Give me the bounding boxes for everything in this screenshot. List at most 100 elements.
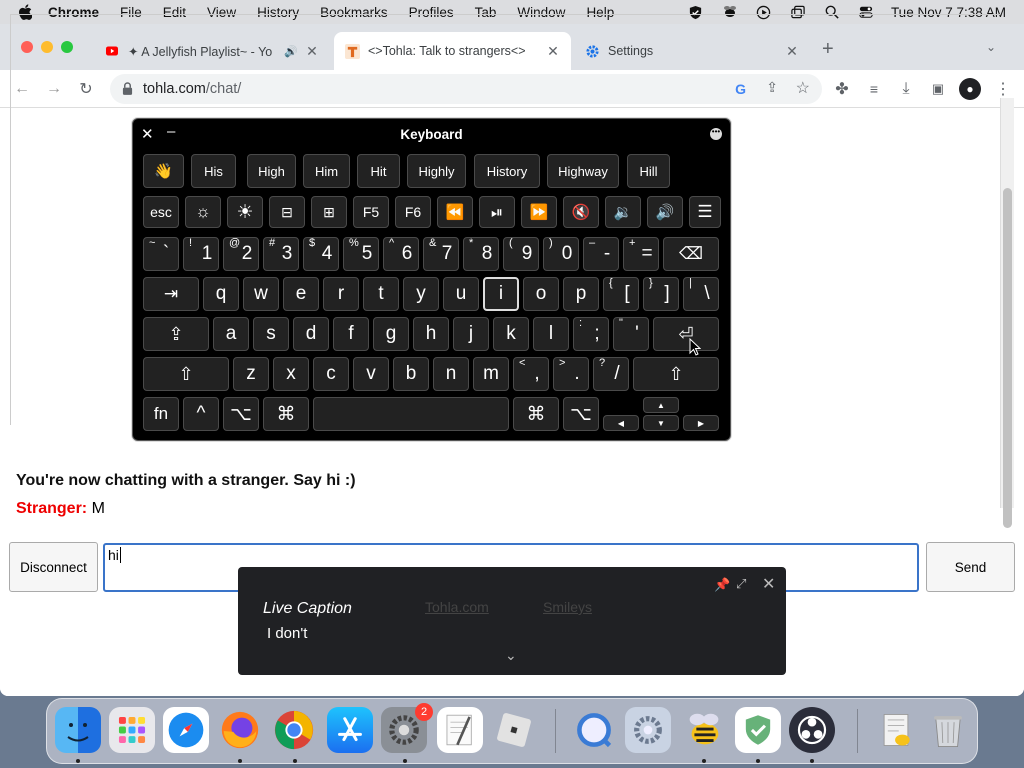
key-minus[interactable]: – - [583, 237, 619, 271]
right-shift-icon[interactable]: ⇧ [633, 357, 719, 391]
scrollbar-thumb[interactable] [1003, 188, 1012, 528]
suggestion-history[interactable]: History [474, 154, 540, 188]
volume-up-icon[interactable]: 🔊 [647, 196, 683, 228]
key-d[interactable]: d [293, 317, 329, 351]
key-6[interactable]: ^ 6 [383, 237, 419, 271]
finder-icon[interactable] [55, 707, 101, 753]
key-command-left[interactable]: ⌘ [263, 397, 309, 431]
app-store-icon[interactable] [327, 707, 373, 753]
key-9[interactable]: (9 [503, 237, 539, 271]
textedit-icon[interactable] [437, 707, 483, 753]
pin-icon[interactable]: 📌 [714, 577, 730, 593]
suggestion-highway[interactable]: Highway [547, 154, 619, 188]
key-h[interactable]: h [413, 317, 449, 351]
launchpad-icon[interactable]: ⊞ [311, 196, 347, 228]
key-e[interactable]: e [283, 277, 319, 311]
key-o[interactable]: o [523, 277, 559, 311]
key-k[interactable]: k [493, 317, 529, 351]
key-2[interactable]: @2 [223, 237, 259, 271]
expand-icon[interactable]: ⤢ [736, 576, 746, 592]
quicktime-icon[interactable] [571, 707, 617, 753]
delete-icon[interactable]: ⌫ [663, 237, 719, 271]
key-semicolon[interactable]: :; [573, 317, 609, 351]
key-7[interactable]: & 7 [423, 237, 459, 271]
key-5[interactable]: % 5 [343, 237, 379, 271]
obs-icon[interactable] [789, 707, 835, 753]
suggestion-wave[interactable]: 👋 [143, 154, 184, 188]
roblox-icon[interactable] [491, 707, 537, 753]
disconnect-button[interactable]: Disconnect [9, 542, 98, 592]
key-z[interactable]: z [233, 357, 269, 391]
key-f[interactable]: f [333, 317, 369, 351]
downloads-stack-icon[interactable] [873, 707, 919, 753]
system-preferences-icon[interactable] [625, 707, 671, 753]
suggestion-hit[interactable]: Hit [357, 154, 400, 188]
right-arrow-icon[interactable]: ▶ [683, 415, 719, 431]
adguard-icon[interactable] [735, 707, 781, 753]
key-4[interactable]: $4 [303, 237, 339, 271]
mute-icon[interactable]: 🔇 [563, 196, 599, 228]
suggestion-his[interactable]: His [191, 154, 236, 188]
key-c[interactable]: c [313, 357, 349, 391]
key-l[interactable]: l [533, 317, 569, 351]
up-arrow-icon[interactable]: ▲ [643, 397, 679, 413]
key-q[interactable]: q [203, 277, 239, 311]
key-3[interactable]: #3 [263, 237, 299, 271]
fast-forward-icon[interactable]: ⏩ [521, 196, 557, 228]
key-t[interactable]: t [363, 277, 399, 311]
key-quote[interactable]: " ' [613, 317, 649, 351]
key-p[interactable]: p [563, 277, 599, 311]
caption-chevron-down-icon[interactable]: ⌄ [505, 647, 517, 664]
left-arrow-icon[interactable]: ◀ [603, 415, 639, 431]
suggestion-him[interactable]: Him [303, 154, 350, 188]
key-0[interactable]: ) 0 [543, 237, 579, 271]
caps-lock-icon[interactable]: ⇪ [143, 317, 209, 351]
key-backslash[interactable]: | \ [683, 277, 719, 311]
suggestion-highly[interactable]: Highly [407, 154, 466, 188]
key-y[interactable]: y [403, 277, 439, 311]
launchpad-icon[interactable] [109, 707, 155, 753]
key-j[interactable]: j [453, 317, 489, 351]
brightness-down-icon[interactable]: ☼ [185, 196, 221, 228]
accessibility-keyboard[interactable]: ✕ – Keyboard ••• 👋 His High Him Hit High… [132, 118, 731, 441]
key-u[interactable]: u [443, 277, 479, 311]
key-slash[interactable]: ? / [593, 357, 629, 391]
chrome-icon[interactable] [271, 707, 317, 753]
key-8[interactable]: * 8 [463, 237, 499, 271]
space-bar[interactable] [313, 397, 509, 431]
key-n[interactable]: n [433, 357, 469, 391]
key-comma[interactable]: <, [513, 357, 549, 391]
key-backtick[interactable]: ~ ` [143, 237, 179, 271]
rewind-icon[interactable]: ⏪ [437, 196, 473, 228]
suggestion-hill[interactable]: Hill [627, 154, 670, 188]
key-a[interactable]: a [213, 317, 249, 351]
key-right-bracket[interactable]: }] [643, 277, 679, 311]
mission-control-icon[interactable]: ⊟ [269, 196, 305, 228]
key-f6[interactable]: F6 [395, 196, 431, 228]
key-b[interactable]: b [393, 357, 429, 391]
suggestion-high[interactable]: High [247, 154, 296, 188]
trash-icon[interactable] [925, 707, 971, 753]
key-v[interactable]: v [353, 357, 389, 391]
key-period[interactable]: >. [553, 357, 589, 391]
safari-icon[interactable] [163, 707, 209, 753]
volume-down-icon[interactable]: 🔉 [605, 196, 641, 228]
return-key-icon[interactable]: ⏎ [653, 317, 719, 351]
play-pause-icon[interactable]: ⏯ [479, 196, 515, 228]
key-1[interactable]: ! 1 [183, 237, 219, 271]
key-option-left[interactable]: ⌥ [223, 397, 259, 431]
key-i[interactable]: i [483, 277, 519, 311]
key-g[interactable]: g [373, 317, 409, 351]
down-arrow-icon[interactable]: ▼ [643, 415, 679, 431]
key-fn[interactable]: fn [143, 397, 179, 431]
key-s[interactable]: s [253, 317, 289, 351]
bee-app-icon[interactable] [681, 707, 727, 753]
key-r[interactable]: r [323, 277, 359, 311]
send-button[interactable]: Send [926, 542, 1015, 592]
list-menu-icon[interactable]: ☰ [689, 196, 721, 228]
live-caption-panel[interactable]: Tohla.com Smileys Live Caption I don't 📌… [238, 567, 786, 675]
key-left-bracket[interactable]: {[ [603, 277, 639, 311]
key-control[interactable]: ^ [183, 397, 219, 431]
key-option-right[interactable]: ⌥ [563, 397, 599, 431]
caption-close-icon[interactable]: ✕ [762, 574, 775, 594]
